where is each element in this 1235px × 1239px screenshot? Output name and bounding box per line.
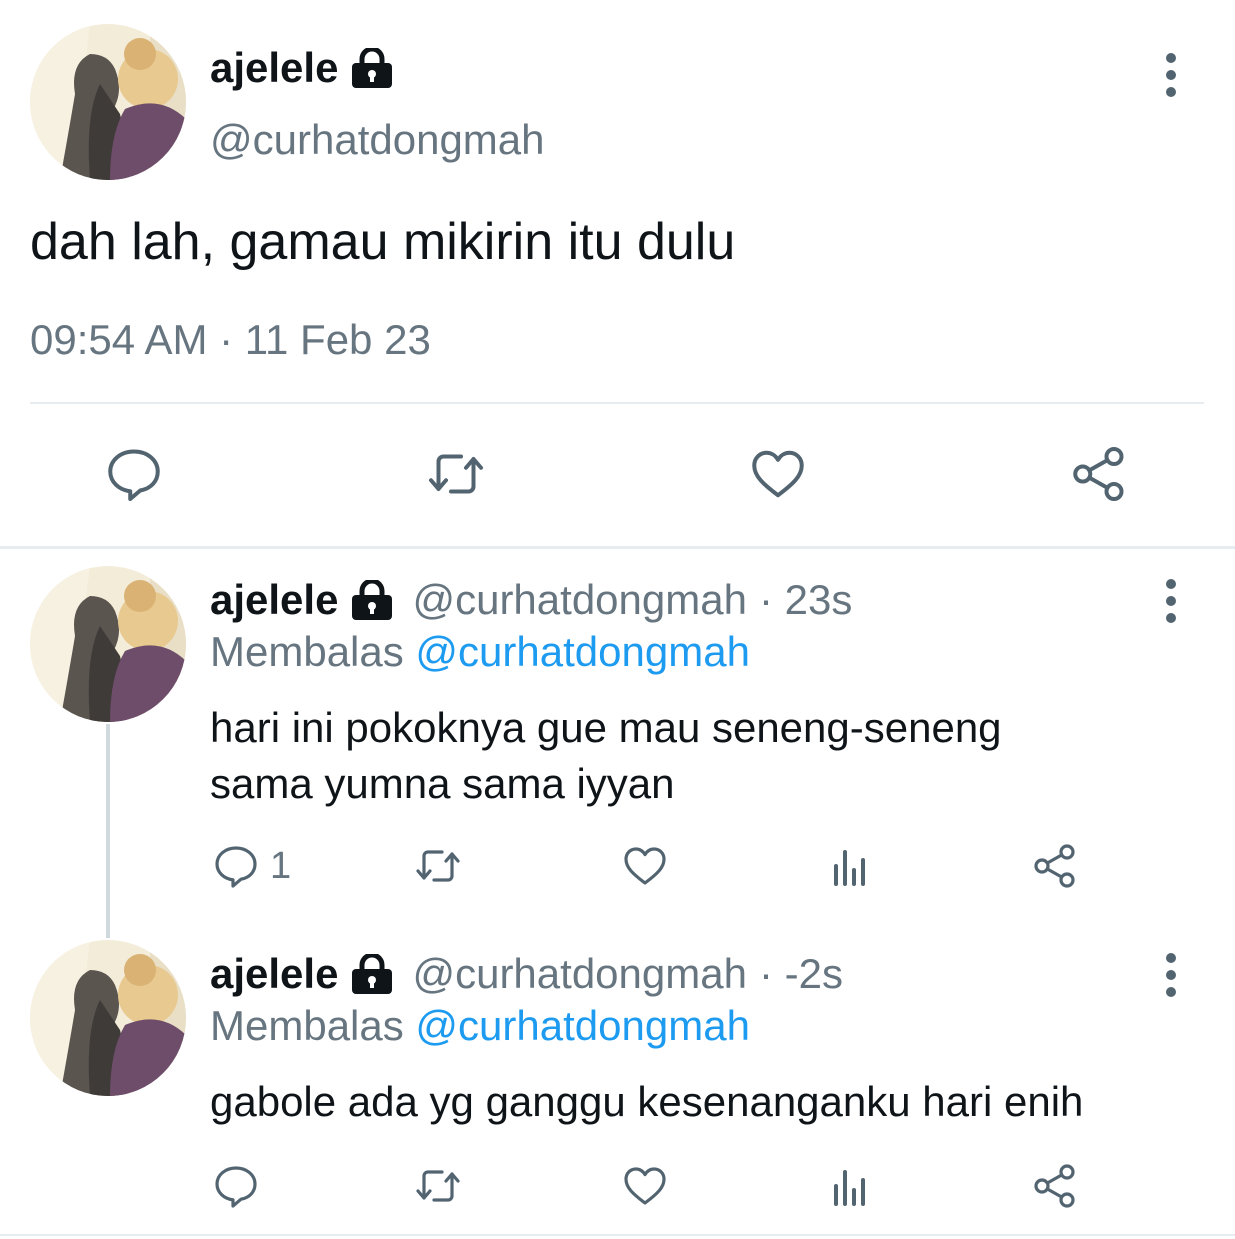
reply-icon (212, 1162, 260, 1210)
lock-icon (348, 580, 396, 620)
like-button[interactable] (620, 842, 670, 890)
reply-icon (212, 842, 260, 890)
like-button[interactable] (620, 1162, 670, 1210)
tweet-time[interactable]: · 23s (759, 576, 852, 624)
display-name[interactable]: ajelele (210, 950, 338, 998)
retweet-button[interactable] (412, 842, 464, 890)
tweet-text-line: sama yumna sama iyyan (210, 760, 675, 807)
reply-button[interactable] (104, 444, 164, 504)
replying-label: Membalas (210, 1002, 404, 1049)
tweet-text: hari ini pokoknya gue mau seneng-seneng … (210, 700, 1002, 812)
replying-to: Membalas @curhatdongmah (210, 628, 750, 676)
retweet-icon (424, 444, 488, 504)
tweet-timestamp[interactable]: 09:54 AM · 11 Feb 23 (30, 316, 431, 364)
like-button[interactable] (748, 444, 808, 504)
display-name[interactable]: ajelele (210, 576, 338, 624)
share-icon (1068, 444, 1130, 504)
share-button[interactable] (1068, 444, 1130, 504)
avatar-image (30, 24, 186, 180)
lock-icon (348, 48, 396, 88)
avatar-image (30, 566, 186, 722)
bottom-divider (0, 1234, 1235, 1236)
reply-button[interactable] (212, 1162, 260, 1210)
user-handle[interactable]: @curhatdongmah (210, 116, 545, 164)
more-icon[interactable] (1156, 50, 1186, 100)
stats-icon (826, 842, 874, 890)
share-button[interactable] (1030, 842, 1080, 890)
avatar[interactable] (30, 940, 186, 1096)
replying-to: Membalas @curhatdongmah (210, 1002, 750, 1050)
user-handle[interactable]: @curhatdongmah (412, 950, 747, 998)
display-name[interactable]: ajelele (210, 44, 338, 92)
tweet-text-line: hari ini pokoknya gue mau seneng-seneng (210, 704, 1002, 751)
reply-count: 1 (270, 844, 292, 887)
tweet-text: gabole ada yg ganggu kesenanganku hari e… (210, 1074, 1083, 1130)
mention-link[interactable]: @curhatdongmah (415, 628, 750, 675)
like-icon (748, 444, 808, 504)
retweet-icon (412, 1162, 464, 1210)
retweet-button[interactable] (412, 1162, 464, 1210)
tweet-time[interactable]: · -2s (759, 950, 843, 998)
retweet-button[interactable] (424, 444, 488, 504)
share-icon (1030, 1162, 1080, 1210)
like-icon (620, 1162, 670, 1210)
share-button[interactable] (1030, 1162, 1080, 1210)
avatar[interactable] (30, 566, 186, 722)
tweet-text-line: gabole ada yg ganggu kesenanganku hari e… (210, 1078, 1084, 1125)
like-icon (620, 842, 670, 890)
thread-line (106, 724, 110, 938)
views-button[interactable] (826, 842, 874, 890)
avatar[interactable] (30, 24, 186, 180)
lock-icon (348, 954, 396, 994)
divider (30, 402, 1204, 404)
more-icon[interactable] (1156, 576, 1186, 626)
more-icon[interactable] (1156, 950, 1186, 1000)
reply-icon (104, 444, 164, 504)
reply-button[interactable]: 1 (212, 842, 291, 890)
user-handle[interactable]: @curhatdongmah (412, 576, 747, 624)
views-button[interactable] (826, 1162, 874, 1210)
replying-label: Membalas (210, 628, 404, 675)
avatar-image (30, 940, 186, 1096)
retweet-icon (412, 842, 464, 890)
section-divider (0, 546, 1235, 549)
tweet-text: dah lah, gamau mikirin itu dulu (30, 213, 736, 271)
stats-icon (826, 1162, 874, 1210)
share-icon (1030, 842, 1080, 890)
mention-link[interactable]: @curhatdongmah (415, 1002, 750, 1049)
